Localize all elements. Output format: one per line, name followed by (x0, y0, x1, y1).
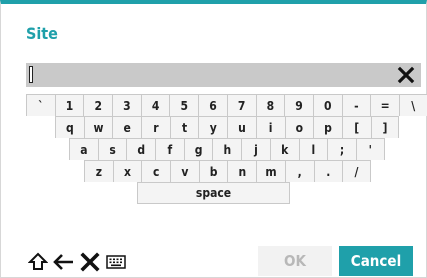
key-row3-1[interactable]: s (97, 138, 127, 160)
shift-icon[interactable] (26, 250, 50, 274)
clear-input-icon[interactable] (397, 66, 415, 84)
keyboard-row-top: q w e r t y u i o p[] (55, 116, 400, 138)
key-row4-0[interactable]: z (84, 160, 113, 182)
key-row1-13[interactable]: \ (398, 94, 427, 116)
key-row1-0[interactable]: ` (26, 94, 55, 116)
key-row4-2[interactable]: c (141, 160, 171, 182)
key-row4-7[interactable]: , (284, 160, 314, 182)
key-row2-4[interactable]: t (169, 116, 199, 138)
key-row2-0[interactable]: q (55, 116, 84, 138)
key-row4-3[interactable]: v (170, 160, 199, 182)
key-row3-3[interactable]: f (155, 138, 184, 160)
key-row4-9[interactable]: / (342, 160, 371, 182)
dialog-title: Site (26, 24, 58, 43)
key-row1-7[interactable]: 7 (226, 94, 256, 116)
virtual-keyboard-dialog: Site ` 1 2 3 4 5 6 7 8 9 0- = \ q w e r t y u i o p[] asdfghj… (0, 0, 427, 278)
key-row2-2[interactable]: e (112, 116, 142, 138)
clear-all-icon[interactable] (78, 250, 102, 274)
backspace-icon[interactable] (52, 250, 76, 274)
key-row3-9[interactable]: ; (327, 138, 356, 160)
key-row4-1[interactable]: x (112, 160, 142, 182)
key-row2-11[interactable]: ] (370, 116, 400, 138)
key-row1-9[interactable]: 9 (284, 94, 313, 116)
text-input-field[interactable] (26, 63, 421, 87)
key-row2-6[interactable]: u (227, 116, 256, 138)
key-row2-5[interactable]: y (198, 116, 228, 138)
key-row3-8[interactable]: l (298, 138, 328, 160)
key-row1-2[interactable]: 2 (83, 94, 113, 116)
key-row3-0[interactable]: a (69, 138, 98, 160)
key-row1-3[interactable]: 3 (112, 94, 141, 116)
key-row4-5[interactable]: n (227, 160, 257, 182)
key-row2-3[interactable]: r (141, 116, 170, 138)
key-row1-8[interactable]: 8 (255, 94, 285, 116)
key-row3-5[interactable]: h (212, 138, 242, 160)
key-row3-10[interactable]: ' (355, 138, 385, 160)
keyboard-row-numbers: ` 1 2 3 4 5 6 7 8 9 0- = \ (26, 94, 427, 116)
key-row1-10[interactable]: 0 (312, 94, 342, 116)
key-row3-6[interactable]: j (241, 138, 270, 160)
key-row4-4[interactable]: b (198, 160, 228, 182)
key-row1-4[interactable]: 4 (140, 94, 170, 116)
key-row2-7[interactable]: i (255, 116, 285, 138)
ok-button[interactable]: OK (258, 246, 332, 276)
key-row1-5[interactable]: 5 (169, 94, 199, 116)
keyboard-row-bottom: z x c v b n m,. / (84, 160, 371, 182)
keyboard-row-space: space (137, 182, 290, 204)
keyboard-toolbar (26, 250, 130, 274)
key-row2-1[interactable]: w (83, 116, 113, 138)
keyboard-icon[interactable] (104, 250, 128, 274)
key-row3-7[interactable]: k (269, 138, 299, 160)
key-row2-10[interactable]: [ (341, 116, 371, 138)
key-row4-6[interactable]: m (256, 160, 285, 182)
key-row3-2[interactable]: d (126, 138, 156, 160)
key-row1-12[interactable]: = (370, 94, 399, 116)
key-row1-1[interactable]: 1 (54, 94, 84, 116)
key-row2-8[interactable]: o (284, 116, 314, 138)
key-row3-4[interactable]: g (183, 138, 213, 160)
key-row1-6[interactable]: 6 (198, 94, 227, 116)
key-row4-8[interactable]: . (313, 160, 343, 182)
text-cursor (29, 66, 33, 83)
key-row1-11[interactable]: - (341, 94, 371, 116)
keyboard-row-home: a s d f g h j k l; ' (69, 138, 385, 160)
key-row2-9[interactable]: p (313, 116, 342, 138)
space-key[interactable]: space (137, 182, 290, 204)
cancel-button[interactable]: Cancel (339, 246, 413, 276)
